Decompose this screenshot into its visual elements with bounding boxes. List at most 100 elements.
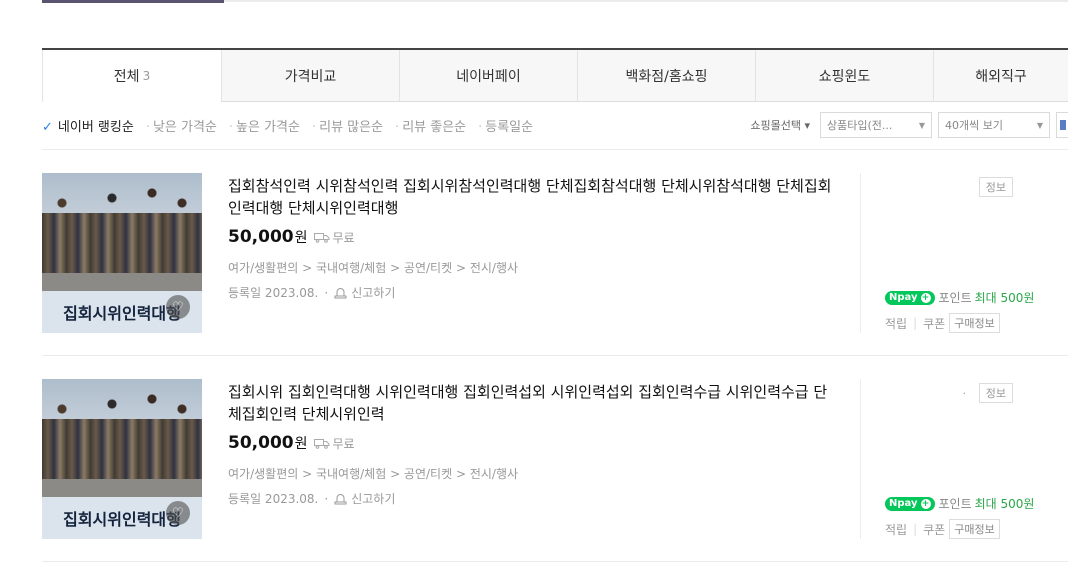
sort-label: 높은 가격순 [236, 119, 300, 135]
report-label: 신고하기 [351, 286, 396, 300]
plus-icon: + [920, 498, 931, 509]
caret-down-icon: ▼ [1036, 120, 1043, 130]
sort-label: 리뷰 좋은순 [402, 119, 467, 135]
tab-count: 3 [142, 69, 151, 83]
sort-best-reviews[interactable]: · 리뷰 좋은순 [395, 116, 466, 135]
product-item: 집회시위인력대행 ♡ 집회시위 집회인력대행 시위인력대행 집회인력섭외 시위인… [42, 379, 1068, 539]
thumb-raised-fists [42, 389, 202, 429]
purchase-info-button[interactable]: 구매정보 [949, 519, 1000, 539]
filter-group: 쇼핑몰선택 ▾ 상품타입(전... ▼ 40개씩 보기 ▼ [750, 112, 1068, 138]
product-category[interactable]: 여가/생활편의 > 국내여행/체험 > 공연/티켓 > 전시/행사 [228, 465, 838, 482]
product-type-select[interactable]: 상품타입(전... ▼ [820, 112, 932, 138]
points-max: 최대 500원 [974, 291, 1035, 305]
product-price: 50,000 원 무료 [228, 227, 838, 247]
sort-label: 리뷰 많은순 [319, 119, 384, 135]
tab-naver-pay[interactable]: 네이버페이 [399, 50, 577, 102]
sort-registration-date[interactable]: · 등록일순 [478, 116, 533, 135]
bullet-icon: · [311, 119, 317, 135]
price-currency: 원 [294, 436, 308, 452]
caret-down-icon: ▾ [804, 119, 810, 132]
sort-bar: ✓ 네이버 랭킹순 · 낮은 가격순 · 높은 가격순 · 리뷰 많은순 · 리뷰 좋은순… [42, 112, 1068, 138]
grid-icon [1059, 120, 1066, 130]
report-link[interactable]: 신고하기 [334, 284, 395, 301]
thumb-ground [42, 479, 202, 499]
bullet-icon: · [228, 119, 234, 135]
points-max: 최대 500원 [974, 497, 1035, 511]
product-meta: 등록일 2023.08. · 신고하기 [228, 284, 838, 301]
tab-label: 쇼핑윈도 [818, 68, 871, 85]
earn-label: 적립 [885, 522, 908, 537]
sort-label: 네이버 랭킹순 [57, 119, 134, 135]
tab-price-compare[interactable]: 가격비교 [221, 50, 399, 102]
sort-label: 낮은 가격순 [152, 119, 217, 135]
tab-shopping-window[interactable]: 쇼핑윈도 [755, 50, 933, 102]
seller-info-button[interactable]: 정보 [978, 383, 1013, 403]
shipping-info: 무료 [313, 435, 355, 452]
sort-naver-ranking[interactable]: ✓ 네이버 랭킹순 [42, 116, 134, 135]
per-page-select[interactable]: 40개씩 보기 ▼ [938, 112, 1050, 138]
shipping-label: 무료 [332, 230, 355, 245]
view-toggle-button[interactable] [1056, 112, 1068, 138]
heart-icon[interactable]: ♡ [166, 295, 190, 319]
product-title[interactable]: 집회시위 집회인력대행 시위인력대행 집회인력섭외 시위인력섭외 집회인력수급 … [228, 381, 838, 425]
tab-label: 전체 [113, 69, 140, 85]
tab-overseas-direct[interactable]: 해외직구 [933, 50, 1068, 102]
sort-most-reviews[interactable]: · 리뷰 많은순 [312, 116, 383, 135]
product-title[interactable]: 집회참석인력 시위참석인력 집회시위참석인력대행 단체집회참석대행 단체시위참석… [228, 175, 838, 219]
sort-high-price[interactable]: · 높은 가격순 [229, 116, 300, 135]
divider [42, 355, 1068, 356]
report-label: 신고하기 [351, 492, 396, 506]
price-value: 50,000 [228, 433, 294, 453]
siren-icon [334, 287, 347, 298]
benefits-row: 적립 | 쿠폰 구매정보 [885, 519, 1000, 539]
top-accent-bar [42, 0, 224, 3]
npay-badge: Npay + [885, 496, 935, 511]
npay-n-icon: N [889, 498, 898, 509]
bullet-icon: · [145, 119, 150, 135]
registration-date: 등록일 2023.08. [228, 492, 319, 506]
separator-dot: · [324, 285, 329, 300]
product-info: 집회시위 집회인력대행 시위인력대행 집회인력섭외 시위인력섭외 집회인력수급 … [228, 381, 838, 507]
divider [42, 561, 1068, 562]
product-item: 집회시위인력대행 ♡ 집회참석인력 시위참석인력 집회시위참석인력대행 단체집회… [42, 173, 1068, 333]
truck-icon [313, 232, 329, 243]
plus-icon: + [920, 292, 931, 303]
heart-icon[interactable]: ♡ [166, 501, 190, 525]
sort-label: 등록일순 [485, 119, 534, 135]
bullet-icon: · [478, 119, 483, 135]
earn-label: 적립 [885, 316, 908, 331]
divider [42, 149, 1068, 150]
npay-label: pay [897, 498, 918, 509]
separator-dot: · [324, 491, 329, 506]
product-thumbnail[interactable]: 집회시위인력대행 ♡ [42, 379, 202, 539]
report-link[interactable]: 신고하기 [334, 490, 395, 507]
product-side-panel: · 정보 Npay + 포인트 최대 500원 적립 | 쿠폰 구매정보 [860, 379, 1068, 539]
purchase-info-button[interactable]: 구매정보 [949, 313, 1000, 333]
npay-label: pay [897, 292, 918, 303]
points-label: 포인트 [938, 291, 972, 305]
mall-select-dropdown[interactable]: 쇼핑몰선택 ▾ [750, 117, 810, 133]
product-thumbnail[interactable]: 집회시위인력대행 ♡ [42, 173, 202, 333]
npay-badge: Npay + [885, 290, 935, 305]
product-category[interactable]: 여가/생활편의 > 국내여행/체험 > 공연/티켓 > 전시/행사 [228, 259, 838, 276]
product-meta: 등록일 2023.08. · 신고하기 [228, 490, 838, 507]
coupon-label: 쿠폰 [923, 522, 946, 537]
product-side-panel: 정보 Npay + 포인트 최대 500원 적립 | 쿠폰 구매정보 [860, 173, 1068, 333]
price-currency: 원 [294, 230, 308, 246]
product-type-label: 상품타입(전... [827, 119, 893, 132]
tab-label: 네이버페이 [456, 68, 521, 85]
shipping-info: 무료 [313, 229, 355, 246]
caret-down-icon: ▼ [918, 120, 925, 130]
truck-icon [313, 438, 329, 449]
benefits-row: 적립 | 쿠폰 구매정보 [885, 313, 1000, 333]
siren-icon [334, 493, 347, 504]
sort-low-price[interactable]: · 낮은 가격순 [146, 116, 217, 135]
seller-info-button[interactable]: 정보 [978, 177, 1013, 197]
divider-bar: | [913, 316, 918, 330]
divider-bar: | [913, 522, 918, 536]
coupon-label: 쿠폰 [923, 316, 946, 331]
tab-label: 백화점/홈쇼핑 [625, 68, 708, 85]
tab-department-homeshopping[interactable]: 백화점/홈쇼핑 [577, 50, 755, 102]
npay-n-icon: N [889, 292, 898, 303]
tab-all[interactable]: 전체 3 [42, 50, 221, 102]
